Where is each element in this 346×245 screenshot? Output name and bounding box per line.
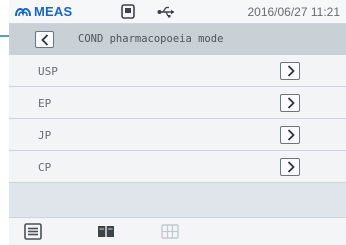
chevron-right-icon (287, 129, 295, 141)
list-item-jp[interactable]: JP (9, 119, 346, 151)
status-bar: MEAS 2016/06/27 11:21 (9, 0, 346, 24)
usb-icon (157, 6, 174, 18)
chevron-right-icon (287, 65, 295, 77)
open-usp-button[interactable] (280, 62, 300, 80)
storage-icon (121, 4, 135, 19)
meas-logo-icon (15, 7, 31, 17)
list-item-label: JP (38, 129, 52, 142)
grid-icon (161, 224, 179, 239)
device-screen: MEAS 2016/06/27 11:21 COND pharmacopoeia… (9, 0, 346, 245)
chevron-right-icon (287, 161, 295, 173)
brand-label: MEAS (34, 4, 73, 19)
book-icon[interactable] (97, 223, 115, 240)
callout-leader-line (0, 35, 9, 37)
list-item-cp[interactable]: CP (9, 151, 346, 183)
list-icon[interactable] (24, 223, 42, 240)
title-bar: COND pharmacopoeia mode (9, 24, 346, 55)
chevron-right-icon (287, 97, 295, 109)
page-title: COND pharmacopoeia mode (78, 33, 224, 45)
list-item-label: EP (38, 97, 52, 110)
bottom-toolbar (9, 217, 346, 245)
list-item-label: CP (38, 161, 52, 174)
list-item-usp[interactable]: USP (9, 55, 346, 87)
open-ep-button[interactable] (280, 94, 300, 112)
datetime-label: 2016/06/27 11:21 (247, 5, 340, 19)
open-cp-button[interactable] (280, 158, 300, 176)
back-button[interactable] (35, 31, 54, 48)
pharmacopoeia-list: USP EP JP CP (9, 55, 346, 183)
list-item-ep[interactable]: EP (9, 87, 346, 119)
empty-area (9, 183, 346, 217)
chevron-left-icon (41, 34, 49, 46)
open-jp-button[interactable] (280, 126, 300, 144)
list-item-label: USP (38, 65, 58, 78)
